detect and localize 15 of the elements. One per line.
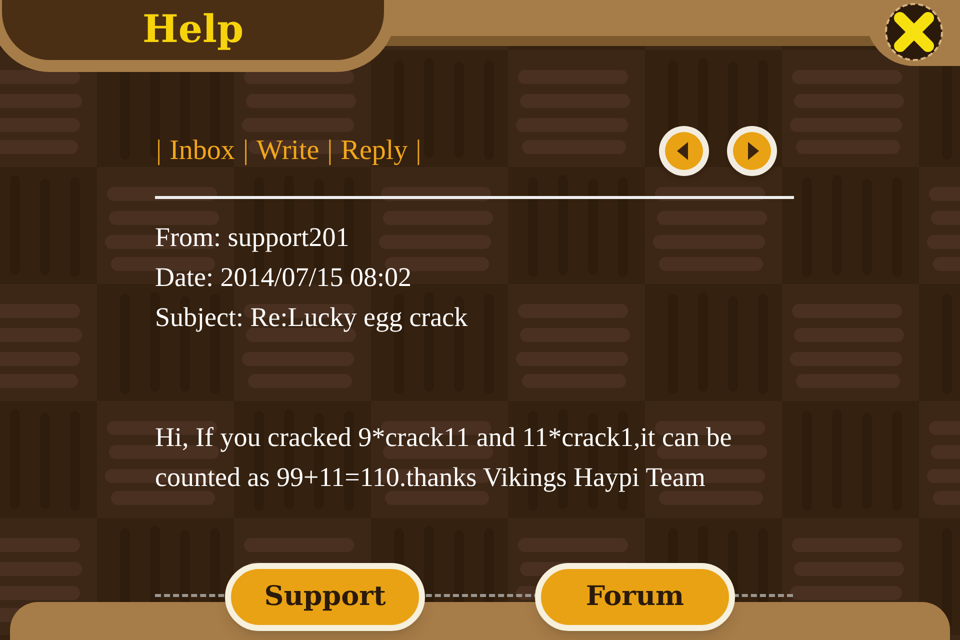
separator: |	[242, 134, 249, 168]
separator: |	[327, 134, 333, 168]
nav-link[interactable]: Inbox	[170, 130, 235, 172]
close-icon	[884, 2, 944, 62]
nav-button[interactable]: Forum	[535, 563, 735, 631]
nav-button[interactable]: Support	[225, 563, 425, 631]
header-line: From: support201	[155, 221, 350, 254]
separator: |	[416, 134, 422, 168]
message-body: Hi, If you cracked 9*crack11 and 11*crack1,it can be counted as 99+11=110.thanks Vikings Haypi Team	[155, 421, 733, 494]
nav-link[interactable]: Reply	[340, 130, 408, 172]
window-title: Help	[142, 10, 244, 48]
header-line: Subject: Re:Lucky egg crack	[155, 301, 469, 334]
separator: |	[156, 134, 162, 168]
header-line: Date: 2014/07/15 08:02	[155, 261, 412, 294]
nav-link[interactable]: Write	[256, 130, 320, 172]
